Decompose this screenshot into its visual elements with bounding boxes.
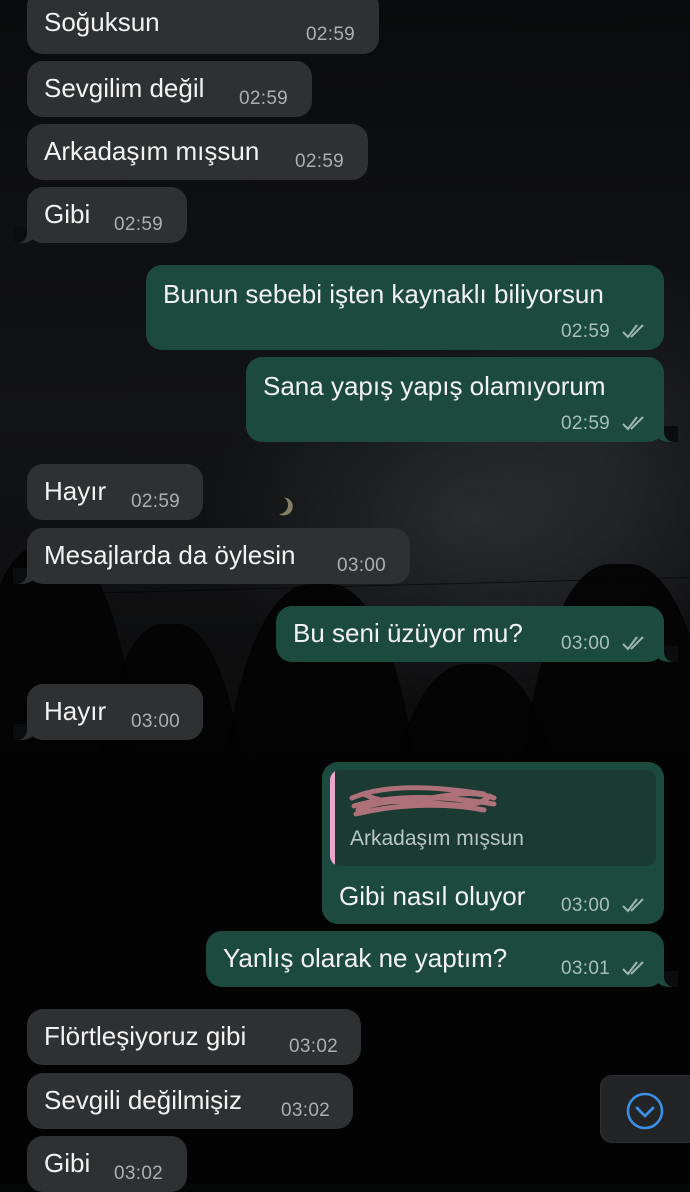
message-time: 03:02 — [114, 1163, 164, 1184]
message-bubble-incoming[interactable]: Arkadaşım mışsun 02:59 — [27, 124, 368, 180]
message-text: Bunun sebebi işten kaynaklı biliyorsun — [163, 279, 604, 309]
message-text: Hayır — [44, 476, 107, 506]
quoted-message-text: Arkadaşım mışsun — [350, 827, 524, 850]
double-check-icon — [622, 416, 644, 431]
message-time: 02:59 — [306, 24, 356, 45]
quote-accent-bar — [330, 770, 335, 866]
message-time: 03:00 — [337, 555, 387, 576]
message-bubble-incoming[interactable]: Soğuksun 02:59 — [27, 0, 379, 54]
message-text: Hayır — [44, 696, 107, 726]
message-text: Gibi — [44, 199, 91, 229]
message-time: 03:02 — [289, 1036, 339, 1057]
wallpaper-moon — [267, 493, 290, 516]
message-bubble-incoming[interactable]: Flörtleşiyoruz gibi 03:02 — [27, 1009, 361, 1065]
message-bubble-outgoing[interactable]: Yanlış olarak ne yaptım? 03:01 — [206, 931, 678, 987]
message-bubble-outgoing[interactable]: Sana yapış yapış olamıyorum 02:59 — [246, 357, 678, 442]
message-bubble-incoming[interactable]: Mesajlarda da öylesin 03:00 — [13, 528, 410, 584]
message-time: 02:59 — [131, 491, 181, 512]
message-bubble-incoming[interactable]: Sevgilim değil 02:59 — [27, 61, 312, 117]
message-time: 03:01 — [561, 958, 611, 979]
message-text: Yanlış olarak ne yaptım? — [223, 943, 508, 973]
message-text: Sana yapış yapış olamıyorum — [263, 371, 606, 401]
message-time: 02:59 — [295, 151, 345, 172]
message-text: Bu seni üzüyor mu? — [293, 618, 523, 648]
message-bubble-incoming[interactable]: Hayır 03:00 — [13, 684, 203, 740]
message-time: 03:00 — [561, 633, 611, 654]
message-bubble-outgoing-reply[interactable]: Arkadaşım mışsun Gibi nasıl oluyor 03:00 — [322, 762, 664, 924]
message-bubble-incoming[interactable]: Gibi 02:59 — [13, 187, 187, 243]
message-time: 02:59 — [561, 321, 611, 342]
message-text: Soğuksun — [44, 7, 160, 37]
double-check-icon — [622, 636, 644, 651]
message-text: Flörtleşiyoruz gibi — [44, 1021, 247, 1051]
double-check-icon — [622, 898, 644, 913]
message-text: Arkadaşım mışsun — [44, 136, 260, 166]
message-time: 02:59 — [114, 214, 164, 235]
redacted-sender-scribble — [349, 785, 497, 817]
message-time: 03:02 — [281, 1100, 331, 1121]
message-time: 02:59 — [561, 413, 611, 434]
message-text: Gibi — [44, 1148, 91, 1178]
double-check-icon — [622, 961, 644, 976]
double-check-icon — [622, 324, 644, 339]
message-text: Sevgili değilmişiz — [44, 1085, 242, 1115]
message-bubble-incoming[interactable]: Hayır 02:59 — [27, 464, 203, 520]
chevron-down-circle-icon — [626, 1092, 664, 1130]
message-time: 03:00 — [131, 711, 181, 732]
message-text: Gibi nasıl oluyor — [339, 881, 526, 911]
scroll-to-bottom-button[interactable] — [600, 1075, 690, 1143]
message-time: 03:00 — [561, 895, 611, 916]
message-time: 02:59 — [239, 88, 289, 109]
message-text: Sevgilim değil — [44, 73, 205, 103]
message-bubble-outgoing[interactable]: Bu seni üzüyor mu? 03:00 — [276, 606, 678, 662]
message-text: Mesajlarda da öylesin — [44, 540, 296, 570]
quoted-message[interactable]: Arkadaşım mışsun — [330, 770, 656, 866]
message-bubble-incoming[interactable]: Sevgili değilmişiz 03:02 — [27, 1073, 353, 1129]
message-bubble-outgoing[interactable]: Bunun sebebi işten kaynaklı biliyorsun 0… — [146, 265, 664, 350]
